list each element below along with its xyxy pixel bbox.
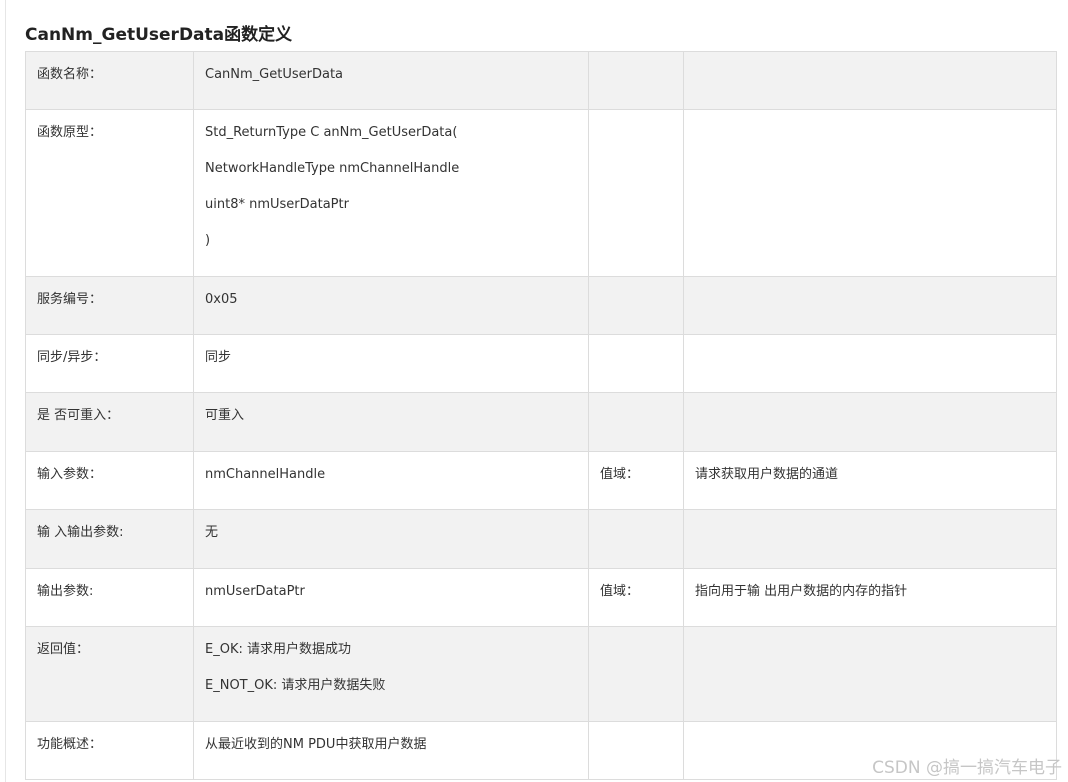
row-extra-label-cell: 值域：: [588, 568, 684, 627]
row-extra-label-cell: [588, 109, 684, 277]
table-row: 输出参数: nmUserDataPtr 值域： 指向用于输 出用户数据的内存的指…: [25, 568, 1057, 627]
row-label-cell: 函数原型：: [25, 109, 194, 277]
row-label-cell: 功能概述：: [25, 721, 194, 780]
row-value-line: CanNm_GetUserData: [205, 67, 344, 82]
row-value-cell: E_OK: 请求用户数据成功 E_NOT_OK: 请求用户数据失败: [193, 626, 589, 722]
row-label-cell: 函数名称：: [25, 51, 194, 110]
row-label: 函数原型：: [37, 125, 103, 140]
page-left-rule: [5, 0, 6, 782]
row-value-cell: 无: [193, 509, 589, 569]
table-row: 输 入输出参数: 无: [25, 509, 1057, 569]
row-value-cell: 同步: [193, 334, 589, 393]
row-extra-label: 值域：: [600, 467, 640, 482]
row-label: 输入参数：: [37, 467, 103, 482]
row-extra-label-cell: [588, 721, 684, 780]
row-label-cell: 返回值：: [25, 626, 194, 722]
row-label: 功能概述：: [37, 737, 103, 752]
row-extra-value: 指向用于输 出用户数据的内存的指针: [695, 584, 908, 599]
row-extra-value: 请求获取用户数据的通道: [695, 467, 839, 482]
row-extra-label-cell: [588, 334, 684, 393]
row-value-cell: Std_ReturnType C anNm_GetUserData( Netwo…: [193, 109, 589, 277]
table-row: 函数原型： Std_ReturnType C anNm_GetUserData(…: [25, 109, 1057, 277]
row-label-cell: 输 入输出参数:: [25, 509, 194, 569]
table-row: 输入参数： nmChannelHandle 值域： 请求获取用户数据的通道: [25, 451, 1057, 510]
row-extra-value-cell: [683, 334, 1057, 393]
row-label-cell: 同步/异步：: [25, 334, 194, 393]
row-extra-value-cell: 指向用于输 出用户数据的内存的指针: [683, 568, 1057, 627]
row-value-line: ): [205, 233, 211, 248]
row-value-line: E_NOT_OK: 请求用户数据失败: [205, 678, 386, 693]
row-value-line: 无: [205, 525, 219, 540]
table-row: 是 否可重入： 可重入: [25, 392, 1057, 452]
row-value-cell: nmChannelHandle: [193, 451, 589, 510]
row-extra-label-cell: [588, 626, 684, 722]
row-value-line: 从最近收到的NM PDU中获取用户数据: [205, 737, 427, 752]
table-row: 函数名称： CanNm_GetUserData: [25, 51, 1057, 110]
row-value-line: 0x05: [205, 292, 238, 307]
row-value-line: nmChannelHandle: [205, 467, 326, 482]
row-extra-label-cell: 值域：: [588, 451, 684, 510]
row-label-cell: 输入参数：: [25, 451, 194, 510]
row-value-cell: CanNm_GetUserData: [193, 51, 589, 110]
row-extra-label-cell: [588, 51, 684, 110]
row-label: 函数名称：: [37, 67, 103, 82]
row-extra-value-cell: [683, 276, 1057, 335]
row-extra-label-cell: [588, 276, 684, 335]
row-extra-value-cell: [683, 109, 1057, 277]
row-label: 输 入输出参数:: [37, 525, 124, 540]
row-extra-value-cell: 请求获取用户数据的通道: [683, 451, 1057, 510]
row-extra-value-cell: [683, 51, 1057, 110]
row-label: 服务编号：: [37, 292, 103, 307]
row-value-cell: 从最近收到的NM PDU中获取用户数据: [193, 721, 589, 780]
row-extra-value-cell: [683, 626, 1057, 722]
row-value-line: uint8* nmUserDataPtr: [205, 197, 349, 212]
row-extra-label-cell: [588, 392, 684, 452]
table-row: 返回值： E_OK: 请求用户数据成功 E_NOT_OK: 请求用户数据失败: [25, 626, 1057, 722]
row-extra-value-cell: [683, 392, 1057, 452]
row-value-cell: 可重入: [193, 392, 589, 452]
row-value-cell: nmUserDataPtr: [193, 568, 589, 627]
row-value-line: E_OK: 请求用户数据成功: [205, 642, 351, 657]
row-value-line: nmUserDataPtr: [205, 584, 305, 599]
row-label-cell: 是 否可重入：: [25, 392, 194, 452]
function-definition-table: 函数名称： CanNm_GetUserData 函数原型： Std_Return…: [25, 51, 1057, 780]
page-title: CanNm_GetUserData函数定义: [25, 25, 293, 45]
table-row: 同步/异步： 同步: [25, 334, 1057, 393]
row-value-line: Std_ReturnType C anNm_GetUserData(: [205, 125, 458, 140]
row-extra-label-cell: [588, 509, 684, 569]
row-value-cell: 0x05: [193, 276, 589, 335]
row-extra-value-cell: [683, 509, 1057, 569]
row-value-line: 同步: [205, 350, 232, 365]
row-label: 是 否可重入：: [37, 408, 120, 423]
row-label: 返回值：: [37, 642, 90, 657]
row-extra-label: 值域：: [600, 584, 640, 599]
row-label: 同步/异步：: [37, 350, 107, 365]
row-label-cell: 服务编号：: [25, 276, 194, 335]
watermark: CSDN @搞一搞汽车电子: [872, 758, 1062, 778]
table-row: 服务编号： 0x05: [25, 276, 1057, 335]
row-label: 输出参数:: [37, 584, 94, 599]
row-label-cell: 输出参数:: [25, 568, 194, 627]
row-value-line: NetworkHandleType nmChannelHandle: [205, 161, 460, 176]
row-value-line: 可重入: [205, 408, 245, 423]
